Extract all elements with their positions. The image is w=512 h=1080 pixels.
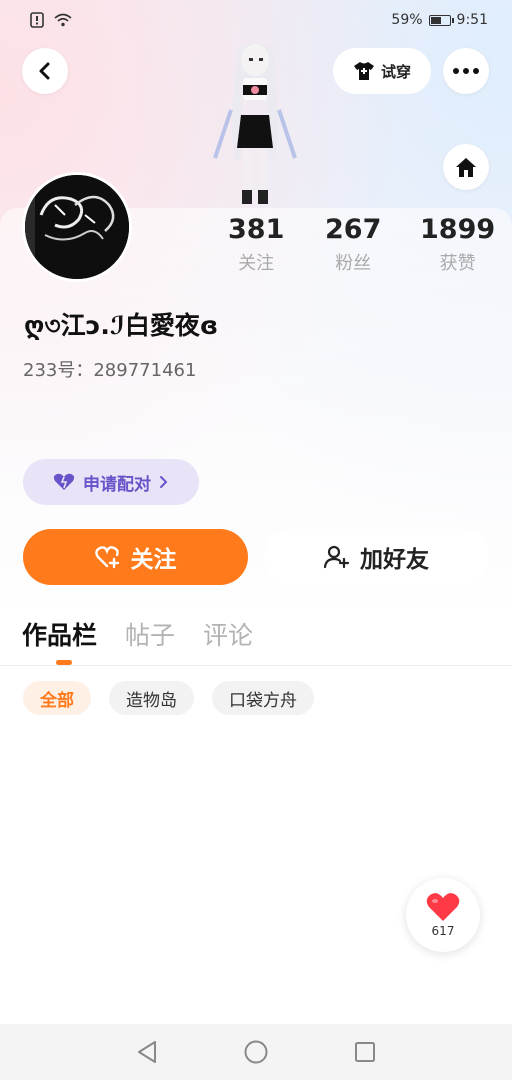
pair-request-button[interactable]: 申请配对 (23, 459, 199, 505)
stat-label: 粉丝 (335, 253, 372, 274)
heart-plus-icon (94, 546, 119, 569)
try-on-button[interactable]: 试穿 (333, 48, 431, 94)
filter-chip-all[interactable]: 全部 (23, 681, 91, 715)
chevron-right-icon (160, 476, 168, 488)
tab-posts[interactable]: 帖子 (125, 616, 175, 652)
avatar[interactable] (22, 172, 132, 282)
heart-pair-icon (53, 473, 75, 490)
pair-request-label: 申请配对 (83, 474, 151, 495)
filter-chips: 全部 造物岛 口袋方舟 (23, 681, 314, 715)
nav-back-icon[interactable] (136, 1040, 158, 1064)
add-friend-label: 加好友 (360, 547, 429, 573)
like-button[interactable]: 617 (406, 878, 480, 952)
nav-recents-icon[interactable] (354, 1041, 376, 1063)
profile-name: ღ৩江ↄ.ℐ白愛夜ɞ (24, 311, 219, 340)
sim-alert-icon (30, 12, 44, 28)
tab-works[interactable]: 作品栏 (22, 616, 97, 652)
stat-label: 关注 (238, 253, 275, 274)
back-button[interactable] (22, 48, 68, 94)
try-on-label: 试穿 (380, 62, 411, 81)
battery-icon (428, 14, 454, 26)
battery-percent: 59% (391, 12, 423, 28)
avatar-image (25, 175, 129, 279)
tabs-divider (0, 665, 512, 666)
avatar-character-figure[interactable] (205, 40, 305, 210)
heart-icon (426, 893, 460, 921)
stat-value: 1899 (420, 214, 496, 245)
status-bar: 59% 9:51 (0, 0, 512, 40)
add-friend-button[interactable]: 加好友 (264, 529, 489, 585)
more-dots-icon (453, 68, 479, 74)
shirt-icon (353, 62, 374, 80)
stat-value: 267 (325, 214, 382, 245)
profile-uid: 233号：289771461 (23, 360, 197, 381)
filter-chip-pocket-ark[interactable]: 口袋方舟 (212, 681, 314, 715)
stat-following[interactable]: 381 关注 (228, 214, 284, 275)
home-icon (456, 158, 476, 177)
wifi-icon (54, 13, 72, 27)
person-add-icon (324, 545, 350, 569)
filter-chip-creation-island[interactable]: 造物岛 (109, 681, 194, 715)
stat-value: 381 (228, 214, 285, 245)
content-tabs: 作品栏 帖子 评论 (22, 616, 253, 652)
more-button[interactable] (443, 48, 489, 94)
stat-followers[interactable]: 267 粉丝 (325, 214, 381, 275)
home-button[interactable] (443, 144, 489, 190)
clock: 9:51 (456, 12, 488, 28)
nav-home-icon[interactable] (244, 1040, 268, 1064)
system-nav-bar (0, 1024, 512, 1080)
tab-comments[interactable]: 评论 (203, 616, 253, 652)
stat-label: 获赞 (439, 253, 476, 274)
chevron-left-icon (39, 62, 50, 80)
follow-button[interactable]: 关注 (23, 529, 248, 585)
stat-likes[interactable]: 1899 获赞 (420, 214, 495, 275)
like-count: 617 (431, 924, 455, 938)
follow-label: 关注 (130, 547, 177, 573)
